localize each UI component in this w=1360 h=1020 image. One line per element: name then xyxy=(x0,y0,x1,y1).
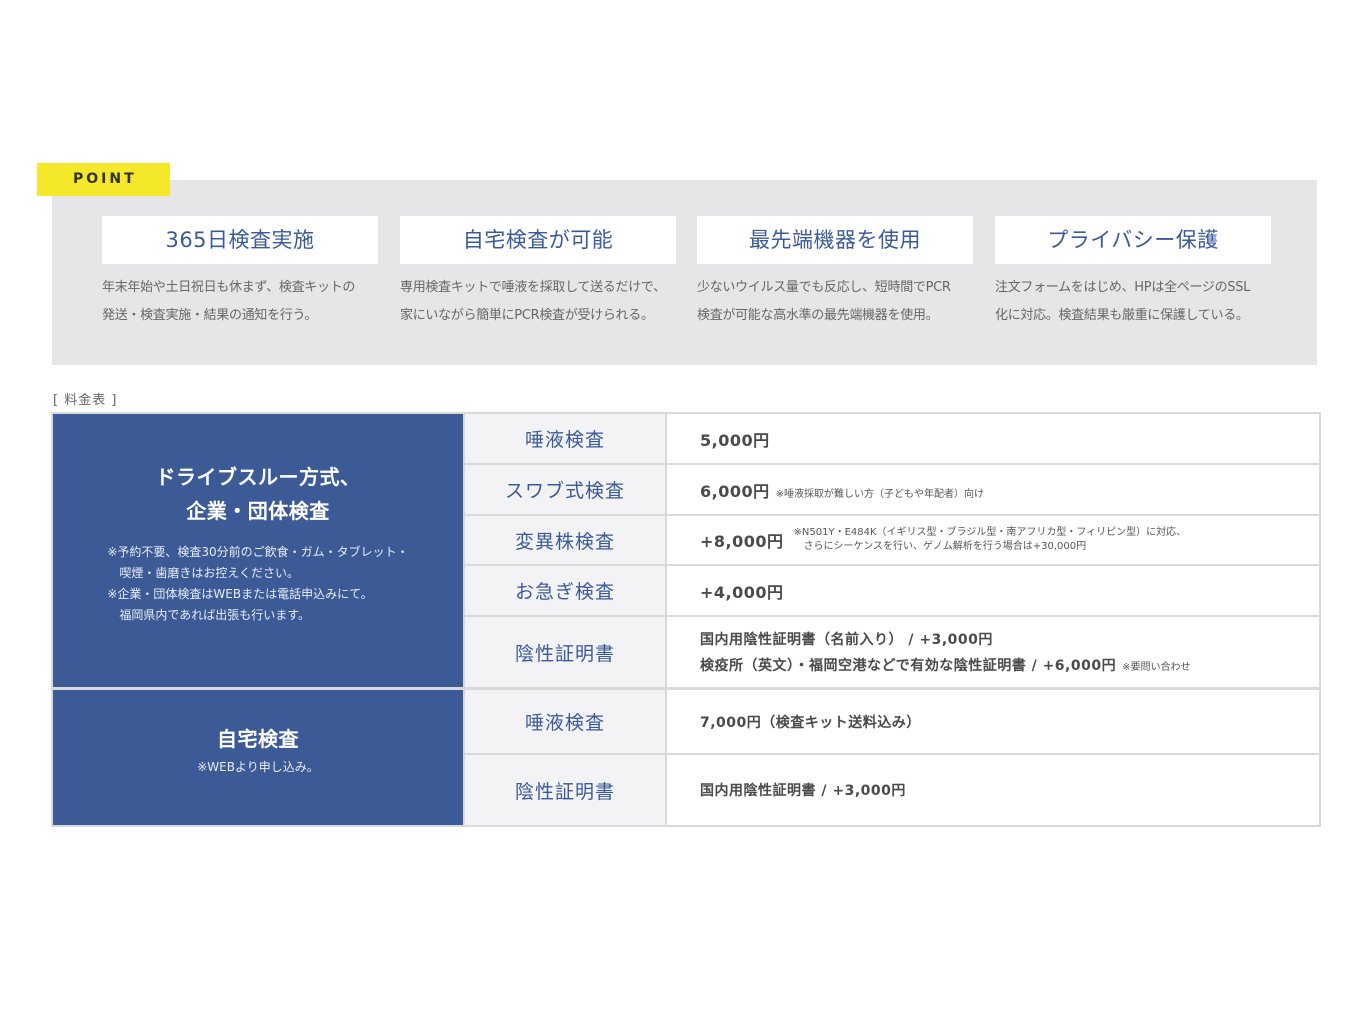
row-value: 6,000円 ※唾液採取が難しい方（子どもや年配者）向け xyxy=(667,465,1319,514)
note-line: 喫煙・歯磨きはお控えください。 xyxy=(107,566,299,580)
category-title: 自宅検査 xyxy=(217,727,299,751)
note-line: ※予約不要、検査30分前のご飲食・ガム・タブレット・ xyxy=(107,545,409,559)
desc-line: 少ないウイルス量でも反応し、短時間でPCR xyxy=(697,280,951,295)
table-row: 変異株検査 +8,000円 ※N501Y・E484K（イギリス型・ブラジル型・南… xyxy=(465,516,1319,564)
desc-line: 化に対応。検査結果も厳重に保護している。 xyxy=(995,308,1249,323)
note-line: ※企業・団体検査はWEBまたは電話申込みにて。 xyxy=(107,587,373,601)
row-name: スワブ式検査 xyxy=(465,465,665,514)
row-value: 7,000円（検査キット送料込み） xyxy=(667,690,1319,753)
price: 7,000円（検査キット送料込み） xyxy=(700,714,921,731)
price: 国内用陰性証明書 / +3,000円 xyxy=(700,783,906,799)
category-cell: ドライブスルー方式、 企業・団体検査 ※予約不要、検査30分前のご飲食・ガム・タ… xyxy=(53,414,463,687)
point-card-privacy: プライバシー保護 注文フォームをはじめ、HPは全ページのSSL 化に対応。検査結… xyxy=(995,216,1271,330)
price: +4,000円 xyxy=(700,582,784,602)
price: 検疫所（英文）・福岡空港などで有効な陰性証明書 / +6,000円 xyxy=(700,658,1117,674)
point-card-365: 365日検査実施 年末年始や土日祝日も休まず、検査キットの 発送・検査実施・結果… xyxy=(102,216,378,330)
row-name: お急ぎ検査 xyxy=(465,566,665,615)
desc-line: 家にいながら簡単にPCR検査が受けられる。 xyxy=(400,308,654,323)
desc-line: 注文フォームをはじめ、HPは全ページのSSL xyxy=(995,280,1251,295)
table-row: 唾液検査 7,000円（検査キット送料込み） xyxy=(465,690,1319,753)
price-note: ※N501Y・E484K（イギリス型・ブラジル型・南アフリカ型・フィリピン型）に… xyxy=(794,526,1187,554)
table-row: 唾液検査 5,000円 xyxy=(465,414,1319,463)
price: 6,000円 xyxy=(700,481,770,501)
point-card-desc: 専用検査キットで唾液を採取して送るだけで、 家にいながら簡単にPCR検査が受けら… xyxy=(400,274,676,330)
row-value: 国内用陰性証明書 / +3,000円 xyxy=(667,755,1319,825)
point-tag: POINT xyxy=(37,163,170,196)
row-value: 5,000円 xyxy=(667,414,1319,463)
table-row: 陰性証明書 国内用陰性証明書（名前入り） / +3,000円 検疫所（英文）・福… xyxy=(465,617,1319,687)
price: 5,000円 xyxy=(700,430,770,450)
price-group-drive-through: ドライブスルー方式、 企業・団体検査 ※予約不要、検査30分前のご飲食・ガム・タ… xyxy=(53,414,1319,687)
price: 国内用陰性証明書（名前入り） / +3,000円 xyxy=(700,632,993,648)
desc-line: 年末年始や土日祝日も休まず、検査キットの xyxy=(102,280,356,295)
point-card-title: プライバシー保護 xyxy=(995,216,1271,264)
category-notes: ※WEBより申し込み。 xyxy=(197,757,319,778)
point-card-equipment: 最先端機器を使用 少ないウイルス量でも反応し、短時間でPCR 検査が可能な高水準… xyxy=(697,216,973,330)
note-line: ※WEBより申し込み。 xyxy=(197,760,319,774)
point-card-desc: 注文フォームをはじめ、HPは全ページのSSL 化に対応。検査結果も厳重に保護して… xyxy=(995,274,1271,330)
note-line: さらにシーケンスを行い、ゲノム解析を行う場合は+30,000円 xyxy=(793,541,1087,552)
category-notes: ※予約不要、検査30分前のご飲食・ガム・タブレット・ 喫煙・歯磨きはお控えくださ… xyxy=(107,542,408,626)
point-card-desc: 少ないウイルス量でも反応し、短時間でPCR 検査が可能な高水準の最先端機器を使用… xyxy=(697,274,973,330)
price-note: ※唾液採取が難しい方（子どもや年配者）向け xyxy=(775,488,985,500)
point-card-title: 自宅検査が可能 xyxy=(400,216,676,264)
price-group-home: 自宅検査 ※WEBより申し込み。 唾液検査 7,000円（検査キット送料込み） … xyxy=(53,690,1319,825)
table-row: スワブ式検査 6,000円 ※唾液採取が難しい方（子どもや年配者）向け xyxy=(465,465,1319,514)
row-value: +8,000円 ※N501Y・E484K（イギリス型・ブラジル型・南アフリカ型・… xyxy=(667,516,1319,564)
note-line: ※N501Y・E484K（イギリス型・ブラジル型・南アフリカ型・フィリピン型）に… xyxy=(793,527,1187,538)
row-name: 陰性証明書 xyxy=(465,617,665,687)
table-row: 陰性証明書 国内用陰性証明書 / +3,000円 xyxy=(465,755,1319,825)
category-title: 企業・団体検査 xyxy=(186,499,330,523)
price-table-label: [ 料金表 ] xyxy=(53,393,118,408)
row-name: 陰性証明書 xyxy=(465,755,665,825)
point-card-desc: 年末年始や土日祝日も休まず、検査キットの 発送・検査実施・結果の通知を行う。 xyxy=(102,274,378,330)
row-value: 国内用陰性証明書（名前入り） / +3,000円 検疫所（英文）・福岡空港などで… xyxy=(667,617,1319,687)
table-row: お急ぎ検査 +4,000円 xyxy=(465,566,1319,615)
desc-line: 専用検査キットで唾液を採取して送るだけで、 xyxy=(400,280,666,295)
desc-line: 発送・検査実施・結果の通知を行う。 xyxy=(102,308,318,323)
desc-line: 検査が可能な高水準の最先端機器を使用。 xyxy=(697,308,939,323)
point-card-title: 365日検査実施 xyxy=(102,216,378,264)
row-name: 唾液検査 xyxy=(465,690,665,753)
price: +8,000円 xyxy=(700,532,784,551)
price-note: ※要問い合わせ xyxy=(1122,662,1191,673)
category-cell: 自宅検査 ※WEBより申し込み。 xyxy=(53,690,463,825)
note-line: 福岡県内であれば出張も行います。 xyxy=(107,608,311,622)
row-name: 変異株検査 xyxy=(465,516,665,564)
point-box: 365日検査実施 年末年始や土日祝日も休まず、検査キットの 発送・検査実施・結果… xyxy=(52,180,1317,365)
row-value: +4,000円 xyxy=(667,566,1319,615)
point-card-title: 最先端機器を使用 xyxy=(697,216,973,264)
category-title: ドライブスルー方式、 xyxy=(155,465,361,489)
price-table: ドライブスルー方式、 企業・団体検査 ※予約不要、検査30分前のご飲食・ガム・タ… xyxy=(51,412,1321,827)
point-card-home: 自宅検査が可能 専用検査キットで唾液を採取して送るだけで、 家にいながら簡単にP… xyxy=(400,216,676,330)
row-name: 唾液検査 xyxy=(465,414,665,463)
